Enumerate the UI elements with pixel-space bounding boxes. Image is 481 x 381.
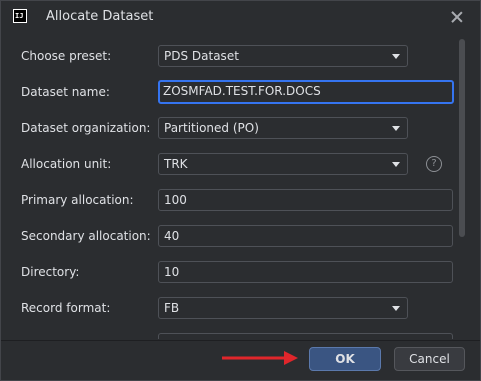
choose-preset-value: PDS Dataset [164,49,239,63]
dataset-name-label: Dataset name: [21,85,110,99]
red-arrow-annotation-icon [222,351,298,365]
allocation-unit-label: Allocation unit: [21,157,112,171]
cancel-button[interactable]: Cancel [394,347,465,371]
choose-preset-label: Choose preset: [21,49,112,63]
next-field-partial[interactable] [158,333,453,339]
directory-input[interactable]: 10 [158,261,453,283]
record-format-label: Record format: [21,301,111,315]
title-bar: IJ Allocate Dataset [1,1,480,33]
choose-preset-select[interactable]: PDS Dataset [158,45,408,67]
dialog-title: Allocate Dataset [46,9,154,24]
chevron-down-icon [392,306,400,311]
dataset-organization-value: Partitioned (PO) [164,121,259,135]
allocation-unit-value: TRK [164,157,188,171]
footer-divider [1,340,480,341]
directory-value: 10 [164,265,180,279]
dataset-name-value: ZOSMFAD.TEST.FOR.DOCS [163,84,321,98]
primary-allocation-input[interactable]: 100 [158,189,453,211]
secondary-allocation-input[interactable]: 40 [158,225,453,247]
primary-allocation-value: 100 [164,193,187,207]
secondary-allocation-label: Secondary allocation: [21,229,151,243]
dataset-organization-label: Dataset organization: [21,121,151,135]
primary-allocation-label: Primary allocation: [21,193,134,207]
secondary-allocation-value: 40 [164,229,180,243]
chevron-down-icon [392,126,400,131]
record-format-value: FB [164,301,180,315]
directory-label: Directory: [21,265,80,279]
help-icon[interactable]: ? [426,156,442,172]
dataset-organization-select[interactable]: Partitioned (PO) [158,117,408,139]
chevron-down-icon [392,54,400,59]
allocate-dataset-dialog: IJ Allocate Dataset Choose preset: PDS D… [0,0,481,381]
record-format-select[interactable]: FB [158,297,408,319]
ok-button[interactable]: OK [309,347,381,371]
allocation-form: Choose preset: PDS Dataset Dataset name:… [1,39,456,339]
dataset-name-input[interactable]: ZOSMFAD.TEST.FOR.DOCS [158,80,454,104]
allocation-unit-select[interactable]: TRK [158,153,408,175]
intellij-app-icon: IJ [13,9,27,23]
chevron-down-icon [392,162,400,167]
form-scrollbar[interactable] [459,39,465,237]
close-icon[interactable] [447,7,467,27]
